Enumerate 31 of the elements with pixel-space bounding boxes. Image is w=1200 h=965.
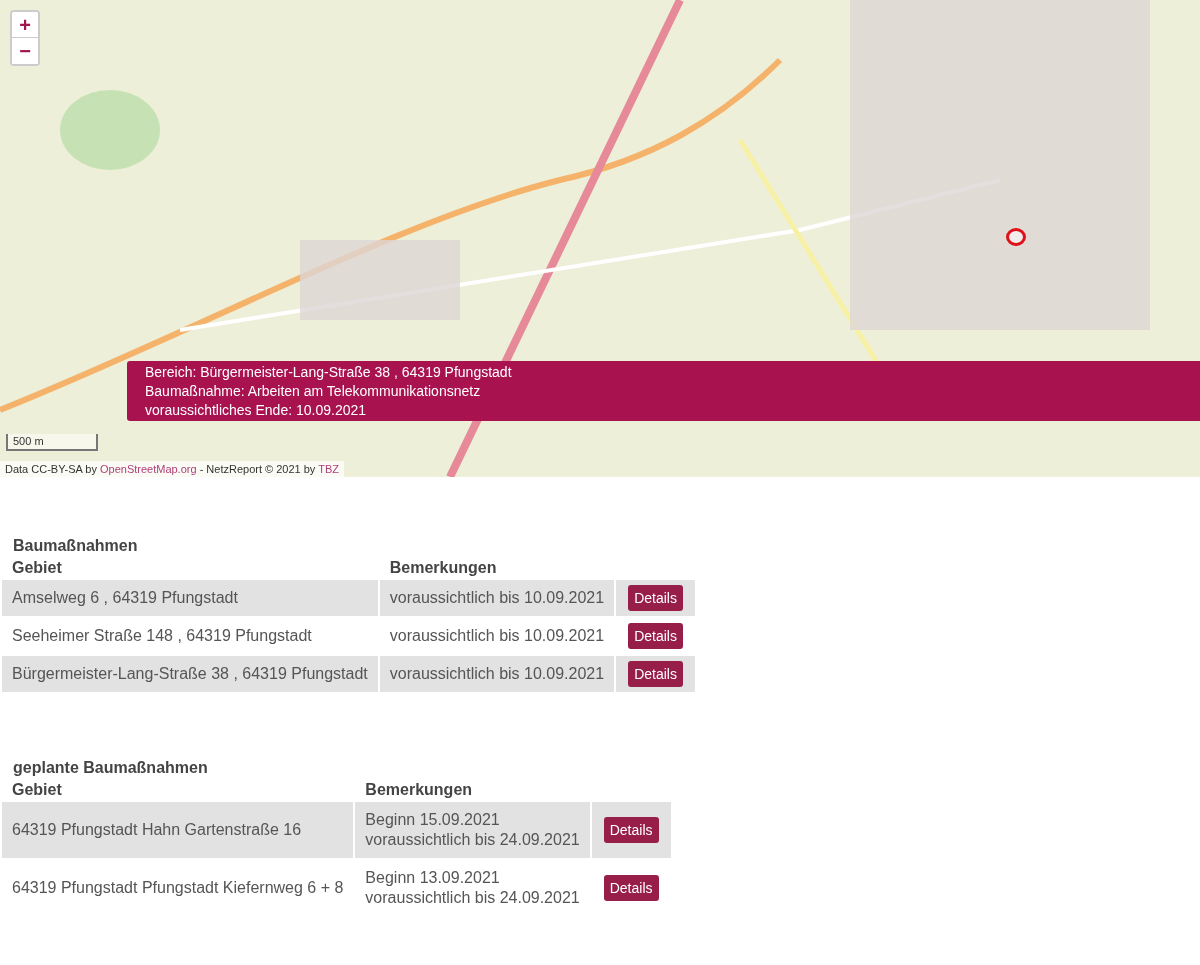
scale-bar: 500 m: [6, 434, 98, 451]
details-button[interactable]: Details: [603, 875, 659, 901]
table-cell: 64319 Pfungstadt Hahn Gartenstraße 16: [2, 802, 354, 858]
location-marker-icon[interactable]: [1006, 228, 1026, 246]
attribution-link[interactable]: TBZ: [318, 463, 339, 475]
table-cell: Amselweg 6 , 64319 Pfungstadt: [2, 580, 378, 616]
details-button[interactable]: Details: [603, 817, 659, 843]
table-cell-text: Beginn 13.09.2021 voraussichtlich bis 24.09.2021: [364, 868, 581, 908]
attribution-text: Data CC-BY-SA by: [5, 463, 98, 475]
table-cell: voraussichtlich bis 10.09.2021: [379, 656, 615, 692]
table-cell: Bürgermeister-Lang-Straße 38 , 64319 Pfungstadt: [2, 656, 378, 692]
table-cell-text: voraussichtlich bis 10.09.2021: [388, 626, 606, 646]
table-cell-text: 64319 Pfungstadt Pfungstadt Kiefernweg 6 + 8: [11, 878, 345, 898]
column-header: Gebiet: [11, 780, 63, 800]
attribution-text: - NetzReport © 2021 by: [198, 463, 317, 475]
section-title: Baumaßnahmen: [12, 536, 139, 556]
column-header: Gebiet: [11, 558, 63, 578]
column-header: Bemerkungen: [364, 780, 474, 800]
table-cell-text: Seeheimer Straße 148 , 64319 Pfungstadt: [11, 626, 313, 646]
details-button[interactable]: Details: [628, 585, 683, 611]
table-cell: Beginn 15.09.2021 voraussichtlich bis 24.09.2021: [355, 802, 590, 858]
tooltip-text: Bereich: Bürgermeister-Lang-Straße 38 , 64319 Pfungstadt: [145, 363, 513, 382]
column-header: Bemerkungen: [388, 558, 498, 578]
details-button[interactable]: Details: [628, 623, 683, 649]
table-cell: voraussichtlich bis 10.09.2021: [379, 580, 615, 616]
zoom-in-button[interactable]: +: [12, 12, 38, 38]
tooltip-text: Baumaßnahme: Arbeiten am Telekommunikationsnetz: [145, 382, 482, 401]
attribution-link[interactable]: OpenStreetMap.org: [99, 463, 197, 475]
section-title: geplante Baumaßnahmen: [12, 758, 209, 778]
tooltip-text: voraussichtliches Ende: 10.09.2021: [145, 401, 368, 420]
details-button[interactable]: Details: [628, 661, 683, 687]
